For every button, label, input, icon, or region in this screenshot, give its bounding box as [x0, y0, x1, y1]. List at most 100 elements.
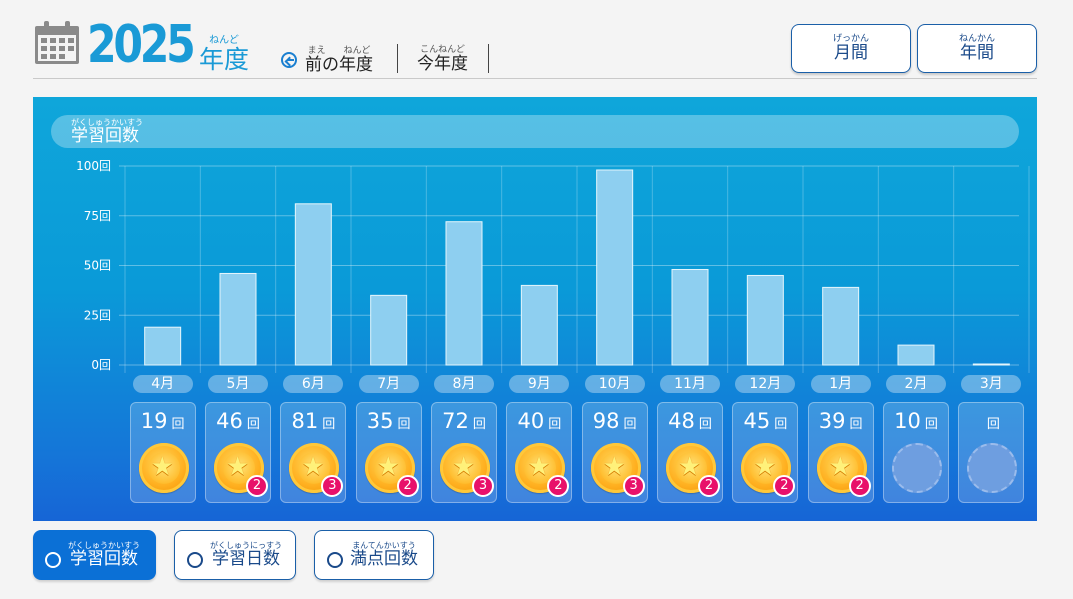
count-value: 72: [442, 409, 469, 433]
month-summary-card[interactable]: 19 回 ★: [129, 402, 196, 503]
month-summary-card[interactable]: 98 回 ★ 3: [581, 402, 648, 503]
this-year-link[interactable]: こんねんど 今年度: [417, 46, 468, 73]
month-label: 4月: [132, 375, 193, 393]
count-unit: 回: [623, 417, 637, 432]
bar-2月[interactable]: [897, 344, 935, 366]
month-label: 10月: [584, 375, 645, 393]
bar-4月[interactable]: [144, 326, 182, 366]
count-text: 81 回: [281, 409, 345, 433]
count-text: 35 回: [357, 409, 421, 433]
star-icon: ★: [753, 452, 777, 482]
this-year-label: 今年度: [417, 54, 468, 74]
nav-divider: [488, 44, 489, 73]
star-icon: ★: [602, 452, 626, 482]
nav-divider: [397, 44, 398, 73]
bar-5月[interactable]: [219, 272, 257, 366]
toggle-label: 学習日数: [212, 549, 280, 569]
count-value: 48: [668, 409, 695, 433]
header: 2025 ねんど 年度 まえ ねんど 前の年度 こんねんど 今年度 げっかん 月…: [33, 14, 1037, 79]
medal-count-badge: 2: [547, 475, 570, 497]
chart-title-bar: がくしゅうかいすう 学習回数: [51, 115, 1019, 148]
star-icon: ★: [301, 452, 325, 482]
prev-year-link[interactable]: まえ ねんど 前の年度: [281, 46, 373, 74]
star-medal-icon: ★ 2: [816, 443, 871, 497]
count-unit: 回: [698, 417, 712, 432]
month-label: 11月: [660, 375, 720, 393]
bar-7月[interactable]: [370, 294, 408, 366]
count-text: 10 回: [884, 409, 948, 433]
month-label: 8月: [434, 375, 494, 393]
month-label: 12月: [735, 375, 796, 393]
metric-toggle-2[interactable]: がくしゅうにっすう 学習日数: [174, 530, 296, 580]
month-summary-card[interactable]: 46 回 ★ 2: [205, 402, 271, 503]
bar-9月[interactable]: [520, 284, 558, 366]
star-medal-icon: ★ 2: [515, 443, 570, 497]
count-unit: 回: [246, 417, 260, 432]
month-summary-card[interactable]: 40 回 ★ 2: [506, 402, 573, 503]
count-text: 回: [959, 409, 1023, 433]
radio-icon: [327, 552, 343, 568]
month-summary-card[interactable]: 81 回 ★ 3: [280, 402, 347, 503]
count-unit: 回: [986, 417, 1000, 432]
month-summary-card[interactable]: 回: [958, 402, 1025, 503]
monthly-view-button[interactable]: げっかん 月間: [791, 24, 911, 73]
bar-6月[interactable]: [294, 203, 332, 366]
count-unit: 回: [397, 417, 411, 432]
month-label: 7月: [358, 375, 419, 393]
month-summary-card[interactable]: 48 回 ★ 2: [657, 402, 723, 503]
medal-count-badge: 2: [773, 475, 796, 497]
month-summary-card[interactable]: 39 回 ★ 2: [807, 402, 874, 503]
star-medal-icon: ★ 3: [440, 443, 494, 497]
year-number: 2025: [87, 15, 196, 75]
month-summary-card[interactable]: 35 回 ★ 2: [355, 402, 422, 503]
star-icon: ★: [678, 452, 702, 482]
calendar-icon: [35, 21, 79, 64]
count-unit: 回: [171, 417, 185, 432]
bar-3月[interactable]: [972, 363, 1010, 366]
star-medal-icon: ★ 3: [289, 443, 344, 497]
year-suffix-label: 年度: [199, 45, 250, 74]
circle-arrow-left-icon: [281, 52, 297, 68]
count-value: 19: [140, 409, 168, 433]
count-value: 98: [592, 409, 620, 433]
monthly-label: 月間: [833, 43, 868, 63]
count-value: 39: [818, 409, 846, 433]
y-tick-label: 75回: [84, 209, 111, 223]
count-text: 40 回: [507, 409, 571, 433]
count-text: 48 回: [658, 409, 722, 433]
month-label: 5月: [208, 375, 268, 393]
month-label: 9月: [509, 375, 570, 393]
count-unit: 回: [774, 417, 788, 432]
count-value: 45: [743, 409, 771, 433]
yearly-view-button[interactable]: ねんかん 年間: [917, 24, 1037, 73]
bar-11月[interactable]: [671, 268, 709, 366]
month-summary-card[interactable]: 10 回: [883, 402, 949, 503]
count-unit: 回: [548, 417, 562, 432]
star-icon: ★: [452, 452, 476, 482]
bar-10月[interactable]: [596, 169, 634, 366]
count-unit: 回: [849, 417, 863, 432]
month-summary-card[interactable]: 45 回 ★ 2: [732, 402, 799, 503]
medal-count-badge: 2: [246, 475, 268, 497]
star-medal-icon: ★ 2: [666, 443, 720, 497]
star-icon: ★: [527, 452, 551, 482]
prev-year-label: 前の年度: [305, 54, 373, 75]
toggle-label: 学習回数: [70, 549, 138, 569]
star-medal-icon: ★ 2: [214, 443, 268, 497]
star-icon: ★: [376, 452, 400, 482]
month-summary-card[interactable]: 72 回 ★ 3: [431, 402, 497, 503]
bar-8月[interactable]: [445, 221, 483, 366]
count-text: 45 回: [733, 409, 797, 433]
metric-toggle-1[interactable]: がくしゅうかいすう 学習回数: [33, 530, 156, 580]
star-medal-icon: ★: [138, 443, 189, 493]
metric-toggle-3[interactable]: まんてんかいすう 満点回数: [314, 530, 434, 580]
count-unit: 回: [472, 417, 486, 432]
bar-1月[interactable]: [822, 286, 860, 366]
bar-12月[interactable]: [746, 274, 784, 366]
count-value: 81: [291, 409, 319, 433]
count-text: 72 回: [432, 409, 496, 433]
chart-title: 学習回数: [71, 125, 139, 146]
count-value: 46: [216, 409, 243, 433]
count-text: 39 回: [809, 409, 873, 433]
y-tick-label: 50回: [84, 259, 111, 273]
